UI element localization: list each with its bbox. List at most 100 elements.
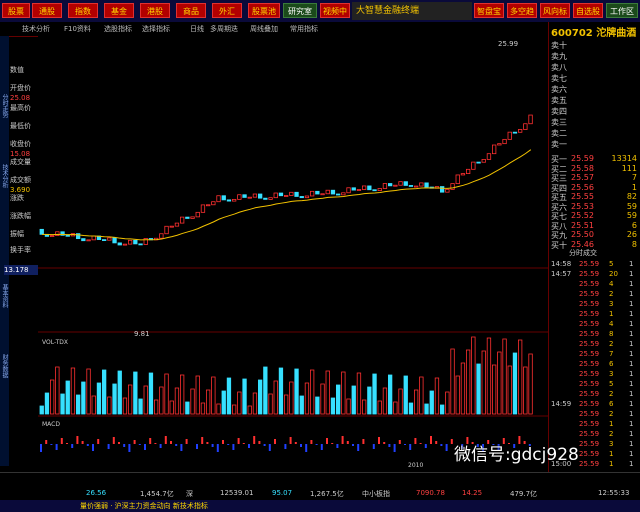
tick-price: 25.59 [579,440,600,448]
menu-fund[interactable]: 通股 [32,3,62,18]
tick-count: 1 [629,420,634,428]
vtab-finance[interactable]: 财务数据 [0,336,9,396]
label-close: 收盘价 [10,140,31,148]
candle [257,193,263,199]
chart-toolbar: 技术分析 F10资料 选股指标 选择指标 日线 多周期迭 周线叠加 常用指标 [0,22,548,37]
tick-price: 25.59 [579,400,600,408]
tick-count: 1 [629,380,634,388]
stock-code: 600702 沱牌曲酒 [551,28,637,39]
macd-bar [248,444,250,448]
low-label: 9.81 [134,330,150,338]
tick-volume: 2 [609,390,614,398]
macd-bar [232,444,235,450]
candle [112,237,117,244]
vtab-basic[interactable]: 基本资料 [0,266,9,326]
index-change: 26.56 [86,489,107,497]
tick-volume: 1 [609,420,614,428]
menu-fund2[interactable]: 基金 [104,3,134,18]
menu-video[interactable]: 视频中心 [320,3,350,31]
menu-watchlist[interactable]: 自选股 [573,3,603,18]
candle [138,243,143,246]
toolbar-multiperiod[interactable]: 多周期迭 [210,23,238,35]
bid-price: 25.58 [571,163,594,173]
macd-bar [50,444,53,445]
bid-price: 25.53 [571,201,594,211]
macd-bar [128,444,131,452]
tick-price: 25.59 [579,380,600,388]
tick-count: 1 [629,290,634,298]
menu-workspace[interactable]: 工作区 [606,3,638,18]
macd-bar [154,443,157,444]
menu-wind[interactable]: 风向标 [540,3,570,18]
volume-bar [81,381,86,415]
tab-tick-trades[interactable]: 分时成交 [569,248,597,258]
tick-time: 14:58 [551,260,572,268]
macd-bar [107,444,110,449]
volume-bar [512,352,518,415]
tick-volume: 8 [609,330,614,338]
bottom-ticker: 量价强弱 · 沪深主力资金动向 新技术指标 [0,500,640,512]
tick-price: 25.59 [579,390,600,398]
menu-hk[interactable]: 港股 [140,3,170,18]
tick-price: 25.59 [579,290,600,298]
macd-bar [398,440,401,444]
tick-volume: 6 [609,360,614,368]
label-amplitude: 振幅 [10,230,24,238]
toolbar-indicator[interactable]: 选择指标 [142,23,170,35]
bid-volume: 82 [626,192,637,201]
toolbar-common[interactable]: 常用指标 [290,23,318,35]
price-axis-label: 13.178 [4,265,38,275]
volume-bar [408,402,414,415]
tick-count: 1 [629,270,634,278]
toolbar-select[interactable]: 选股指标 [104,23,132,35]
tick-volume: 4 [609,280,614,288]
toolbar-f10[interactable]: F10资料 [64,23,91,35]
macd-bar [445,444,448,451]
macd-bar [40,444,42,452]
volume-bar [96,382,102,415]
macd-bar [66,443,68,444]
clock: 12:55:33 [598,489,630,497]
label-value: 数值 [10,66,24,74]
tick-volume: 7 [609,350,614,358]
tick-price: 25.59 [579,450,600,458]
bid-volume: 6 [631,220,637,230]
volume-bar [117,370,122,415]
macd-bar [331,443,334,444]
tick-price: 25.59 [579,260,600,268]
tick-count: 1 [629,330,634,338]
price-chart[interactable]: 25.99 9.81 VOL-TDX MACD 2010 [38,36,548,472]
macd-bar [170,441,172,444]
toolbar-weekly[interactable]: 周线叠加 [250,23,278,35]
menu-commodity[interactable]: 商品 [176,3,206,18]
macd-bar [294,442,297,444]
menu-zpb[interactable]: 智盘宝 [474,3,504,18]
macd-bar [97,439,100,444]
macd-bar [138,444,141,445]
menu-forex[interactable]: 外汇 [212,3,242,18]
tick-volume: 5 [609,260,614,268]
volume-bar [294,368,299,415]
menu-research[interactable]: 研究室 [283,3,317,18]
tick-time: 14:57 [551,270,572,278]
macd-bar [430,436,432,444]
volume-bar [429,390,434,415]
menu-trend[interactable]: 多空趋势 [507,3,537,31]
sme-change: 14.25 [462,489,483,497]
tick-price: 25.59 [579,320,600,328]
exchange-label: 深 [186,490,193,498]
menu-stockpool[interactable]: 股票池 [248,3,280,18]
menu-index[interactable]: 指数 [68,3,98,18]
toolbar-daily[interactable]: 日线 [190,23,204,35]
volume-bar [148,372,154,415]
volume-bar [76,394,81,415]
tick-count: 1 [629,450,634,458]
brand-title: 大智慧金融终端 [352,2,472,20]
menu-stock[interactable]: 股票 [2,3,30,18]
volume-bar [330,397,336,415]
macd-bar [201,437,204,444]
volume-bar [60,393,65,415]
candle [424,182,429,188]
macd-bar [300,444,302,447]
toolbar-tech[interactable]: 技术分析 [22,23,50,35]
